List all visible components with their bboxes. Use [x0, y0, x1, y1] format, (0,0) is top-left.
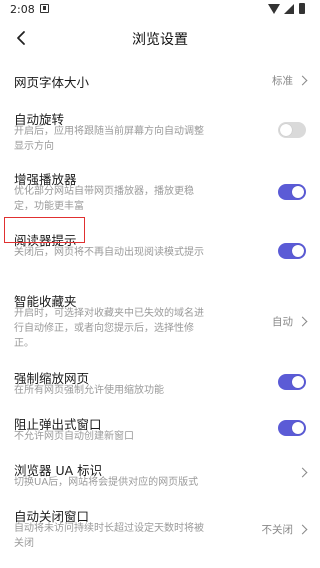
- setting-value: 不关闭: [261, 524, 294, 536]
- top-bar: 浏览设置: [0, 20, 320, 56]
- chevron-right-icon: [297, 467, 308, 478]
- setting-value: 自动: [272, 316, 293, 328]
- setting-description: 关闭后，网页将不再自动出现阅读模式提示: [14, 247, 204, 258]
- setting-description: 优化部分网站自带网页播放器，播放更稳定，功能更丰富: [14, 186, 194, 212]
- enhanced-player-toggle[interactable]: [278, 184, 306, 200]
- setting-description: 开启后，应用将跟随当前屏幕方向自动调整显示方向: [14, 126, 204, 152]
- setting-title: 网页字体大小: [14, 75, 90, 90]
- setting-description: 自动将未访问持续时长超过设定天数时将被关闭: [14, 523, 204, 549]
- battery-icon: [299, 3, 305, 14]
- block-popups-toggle[interactable]: [278, 420, 306, 436]
- toggle-knob: [292, 422, 304, 434]
- reader-prompt-toggle[interactable]: [278, 243, 306, 259]
- smart-bookmarks-selector[interactable]: 自动: [272, 314, 308, 329]
- setting-block-popups: 阻止弹出式窗口 不允许网页自动创建新窗口: [0, 412, 320, 446]
- toggle-knob: [292, 186, 304, 198]
- signal-icon: [284, 4, 294, 14]
- chevron-right-icon: [297, 524, 308, 535]
- setting-user-agent[interactable]: 浏览器 UA 标识 切换UA后，网站将会提供对应的网页版式: [0, 458, 320, 492]
- auto-close-tabs-selector[interactable]: 不关闭: [261, 522, 308, 537]
- setting-enhanced-player: 增强播放器 优化部分网站自带网页播放器，播放更稳定，功能更丰富: [0, 166, 320, 218]
- chevron-right-icon: [297, 316, 308, 327]
- setting-description: 在所有网页强制允许使用缩放功能: [14, 385, 164, 396]
- setting-value: 标准: [272, 75, 293, 87]
- toggle-knob: [280, 124, 292, 136]
- status-time: 2:08: [10, 3, 35, 16]
- setting-auto-rotate: 自动旋转 开启后，应用将跟随当前屏幕方向自动调整显示方向: [0, 104, 320, 156]
- chevron-right-icon: [297, 75, 308, 86]
- force-zoom-toggle[interactable]: [278, 374, 306, 390]
- setting-font-size[interactable]: 网页字体大小 标准: [0, 62, 320, 98]
- toggle-knob: [292, 245, 304, 257]
- highlight-box: [4, 217, 85, 243]
- status-icons: [268, 3, 312, 15]
- setting-description: 切换UA后，网站将会提供对应的网页版式: [14, 477, 199, 488]
- setting-description: 不允许网页自动创建新窗口: [14, 431, 134, 442]
- notification-icon: [40, 4, 49, 13]
- setting-force-zoom: 强制缩放网页 在所有网页强制允许使用缩放功能: [0, 366, 320, 400]
- wifi-icon: [268, 4, 280, 14]
- toggle-knob: [292, 376, 304, 388]
- user-agent-selector[interactable]: [297, 467, 308, 478]
- auto-rotate-toggle[interactable]: [278, 122, 306, 138]
- page-title: 浏览设置: [132, 32, 188, 48]
- setting-description: 开启时，可选择对收藏夹中已失效的域名进行自动修正，或者向您提示后，选择性修正。: [14, 308, 204, 349]
- font-size-selector[interactable]: 标准: [272, 73, 308, 88]
- setting-smart-bookmarks[interactable]: 智能收藏夹 开启时，可选择对收藏夹中已失效的域名进行自动修正，或者向您提示后，选…: [0, 288, 320, 354]
- setting-auto-close-tabs[interactable]: 自动关闭窗口 自动将未访问持续时长超过设定天数时将被关闭 不关闭: [0, 504, 320, 554]
- status-bar: 2:08: [0, 0, 320, 20]
